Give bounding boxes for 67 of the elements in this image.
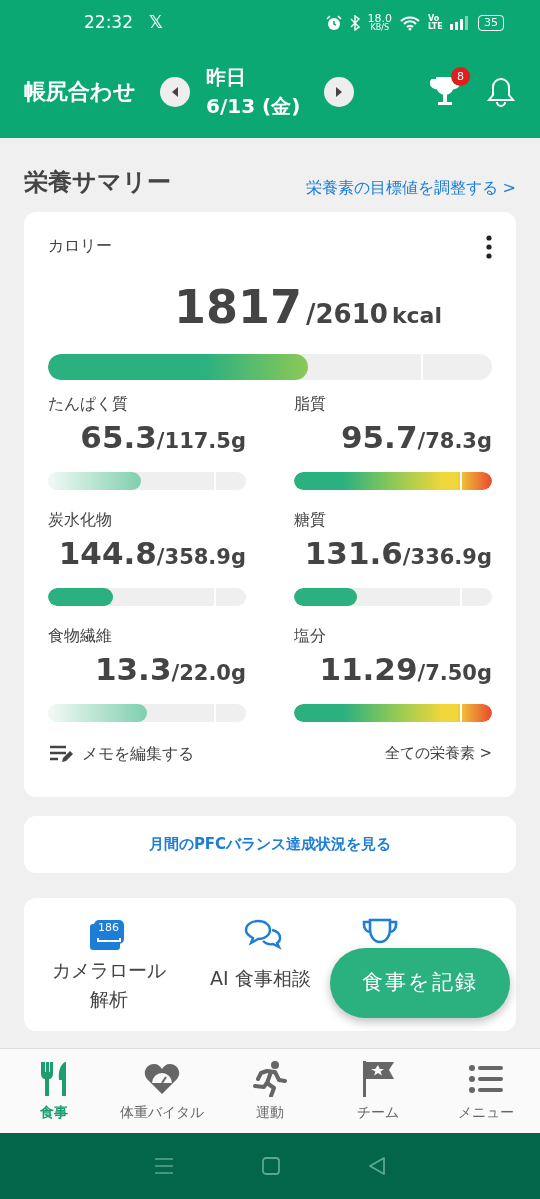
nav-tab[interactable]: チーム	[324, 1059, 432, 1123]
nav-tab[interactable]: 体重バイタル	[108, 1059, 216, 1123]
battery-level: 35	[478, 14, 504, 31]
notifications-button[interactable]	[486, 75, 516, 108]
running-person-icon	[253, 1060, 287, 1097]
nutrient-value: 95.7	[341, 417, 418, 457]
nutrient-name: 炭水化物	[48, 508, 113, 531]
nutrient-target: /22.0g	[171, 660, 246, 687]
network-speed: 18.0	[367, 13, 392, 24]
menu-icon	[469, 1064, 503, 1093]
calorie-value: 1817	[174, 278, 303, 336]
volte-label: Vo LTE	[428, 14, 442, 31]
edit-note-icon	[48, 743, 74, 764]
nutrient-name: 脂質	[294, 392, 327, 415]
trophy-icon	[360, 918, 399, 946]
calorie-label: カロリー	[48, 235, 112, 258]
home-icon[interactable]	[262, 1157, 280, 1175]
shortcut-button[interactable]: AI 食事相談	[210, 918, 311, 994]
calorie-target: /2610	[306, 297, 388, 331]
nav-tab[interactable]: 運動	[216, 1059, 324, 1123]
page-title: 帳尻合わせ	[24, 78, 136, 106]
speed-unit: KB/S	[370, 24, 389, 32]
nutrient-value: 144.8	[58, 533, 157, 573]
section-title: 栄養サマリー	[24, 167, 171, 198]
nutrient-target: /78.3g	[417, 428, 492, 455]
nutrient-value: 13.3	[95, 649, 172, 689]
alarm-icon	[325, 14, 342, 31]
nutrient-target: /117.5g	[156, 428, 246, 455]
bell-icon	[486, 75, 516, 108]
signal-icon	[450, 15, 470, 30]
nutrient-target: /7.50g	[417, 660, 492, 687]
day-label: 昨日	[206, 63, 247, 91]
shortcut-button[interactable]	[360, 918, 399, 946]
calorie-unit: kcal	[391, 301, 442, 330]
nutrient-name: 糖質	[294, 508, 327, 531]
nutrient-target: /358.9g	[156, 544, 246, 571]
wifi-icon	[400, 14, 420, 31]
photo-album-icon	[90, 918, 124, 950]
edit-memo-link[interactable]: メモを編集する	[48, 741, 194, 766]
heart-gauge-icon	[144, 1062, 180, 1095]
nutrient-name: 食物繊維	[48, 624, 113, 647]
more-options-button[interactable]	[486, 234, 492, 259]
app-notification-icon: 𝕏	[149, 9, 163, 36]
date-label: 6/13 (金)	[206, 92, 301, 120]
clock-time: 22:32	[84, 10, 133, 34]
nutrient-value: 11.29	[319, 649, 418, 689]
nutrient-value: 131.6	[304, 533, 403, 573]
more-icon	[486, 234, 492, 259]
photo-count-label: 186	[98, 920, 119, 936]
chat-icon	[244, 918, 282, 950]
nutrient-name: たんぱく質	[48, 392, 129, 415]
adjust-targets-link[interactable]: 栄養素の目標値を調整する >	[305, 176, 516, 200]
shortcut-button[interactable]: 186 カメラロール解析	[48, 918, 170, 1015]
pfc-balance-button[interactable]: 月間のPFCバランス達成状況を見る	[24, 816, 516, 873]
nutrient-value: 65.3	[80, 417, 157, 457]
next-day-button[interactable]	[324, 76, 355, 107]
notification-badge: 8	[451, 66, 470, 86]
fork-knife-icon	[39, 1061, 69, 1096]
bluetooth-icon	[349, 14, 360, 31]
back-icon[interactable]	[368, 1157, 386, 1175]
previous-day-button[interactable]	[160, 76, 190, 107]
nav-tab[interactable]: メニュー	[432, 1059, 540, 1123]
nutrient-name: 塩分	[294, 624, 327, 647]
all-nutrients-link[interactable]: 全ての栄養素 >	[384, 742, 492, 765]
nav-tab[interactable]: 食事	[0, 1059, 108, 1123]
nutrient-target: /336.9g	[402, 544, 492, 571]
star-flag-icon	[361, 1060, 395, 1097]
